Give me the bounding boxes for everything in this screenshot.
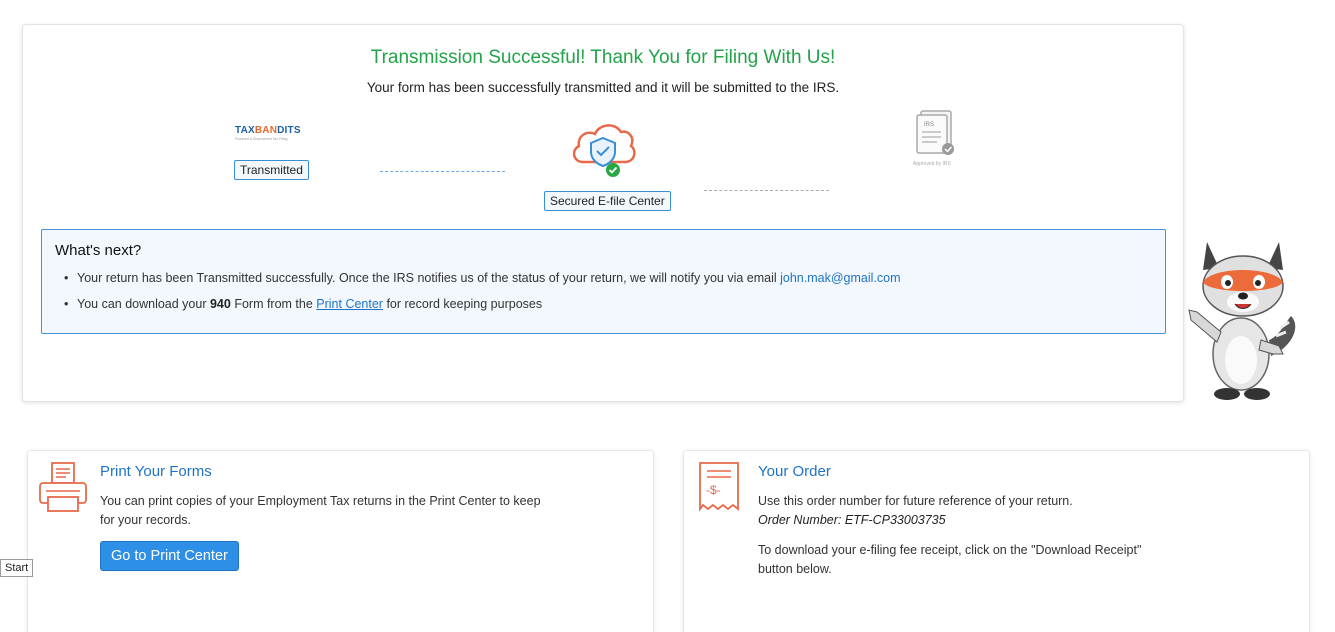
irs-approved-icon: IRS Approved by IRS [913,110,954,167]
whats-next-panel: What's next? Your return has been Transm… [41,229,1166,334]
svg-text:Approved by IRS: Approved by IRS [913,161,951,167]
email-link[interactable]: john.mak@gmail.com [780,271,900,285]
print-center-link[interactable]: Print Center [316,297,383,311]
svg-text:-$-: -$- [706,483,721,497]
transmitted-label: Transmitted [234,160,309,180]
order-description: Use this order number for future referen… [758,492,1073,529]
print-forms-card: Print Your Forms You can print copies of… [27,450,654,632]
whats-next-list: Your return has been Transmitted success… [64,271,901,323]
taxbandits-logo: TAXBANDITS Powered & Empowered Tax Filin… [235,125,301,141]
transmission-card: Transmission Successful! Thank You for F… [22,24,1184,402]
list-item: Your return has been Transmitted success… [64,271,901,285]
success-title: Transmission Successful! Thank You for F… [370,47,836,68]
svg-text:IRS: IRS [924,122,934,128]
print-forms-description: You can print copies of your Employment … [100,494,541,527]
print-forms-title: Print Your Forms [100,463,212,480]
printer-icon [39,462,87,512]
receipt-icon: -$- [699,462,739,512]
go-to-print-center-button[interactable]: Go to Print Center [100,541,239,571]
form-number: 940 [209,297,231,311]
your-order-card: -$- Your Order Use this order number for… [683,450,1310,632]
your-order-title: Your Order [758,463,831,480]
secure-cloud-icon [572,124,636,177]
order-number: Order Number: ETF-CP33003735 [758,512,946,527]
progress-connector-2 [704,190,829,191]
list-item: You can download your 940 Form from the … [64,297,901,311]
receipt-instructions: To download your e-filing fee receipt, c… [758,543,1142,576]
secured-efile-label: Secured E-file Center [544,191,671,211]
raccoon-mascot [1188,242,1296,400]
progress-connector-1 [380,171,505,172]
success-subtitle: Your form has been successfully transmit… [366,80,840,95]
start-label[interactable]: Start [0,559,34,577]
whats-next-title: What's next? [55,242,142,259]
